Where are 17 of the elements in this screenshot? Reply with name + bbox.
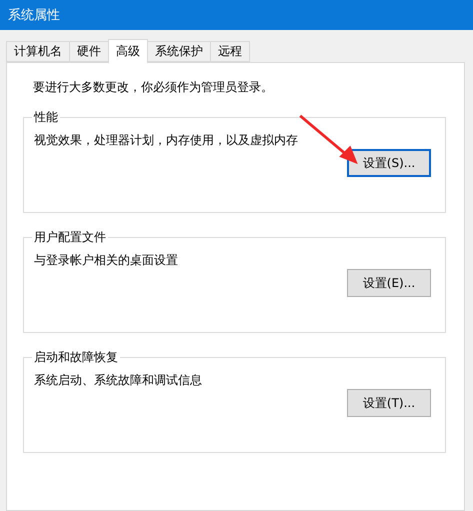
settings-button[interactable]: 设置(E)... [347,269,431,297]
group-description: 与登录帐户相关的桌面设置 [34,252,179,269]
annotation-arrow-icon [298,114,360,166]
tab[interactable]: 远程 [210,41,250,62]
settings-button[interactable]: 设置(T)... [347,389,431,417]
tab[interactable]: 计算机名 [6,41,70,62]
group-title: 启动和故障恢复 [33,349,119,366]
window-title: 系统属性 [0,0,473,30]
tab[interactable]: 硬件 [69,41,109,62]
group-title: 性能 [32,109,59,126]
group-description: 视觉效果，处理器计划，内存使用，以及虚拟内存 [34,132,299,149]
admin-notice: 要进行大多数更改，你必须作为管理员登录。 [32,79,274,93]
tab[interactable]: 高级 [108,39,148,63]
group-title: 用户配置文件 [33,229,107,246]
tab[interactable]: 系统保护 [147,41,211,62]
group-description: 系统启动、系统故障和调试信息 [34,372,203,389]
settings-button[interactable]: 设置(S)... [347,149,431,177]
